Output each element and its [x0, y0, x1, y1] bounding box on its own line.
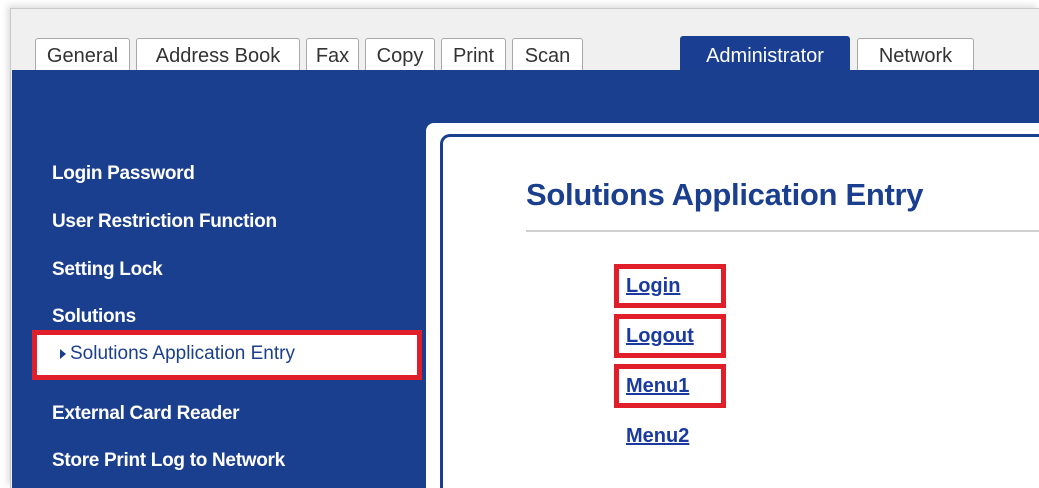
sidebar: Login Password User Restriction Function… [12, 70, 422, 488]
page-title: Solutions Application Entry [526, 177, 924, 212]
tab-address-book[interactable]: Address Book [136, 38, 300, 72]
title-divider [526, 230, 1039, 232]
sidebar-subitem-label: Solutions Application Entry [70, 343, 295, 364]
admin-panel: Login Password User Restriction Function… [12, 70, 1039, 488]
sidebar-item-user-restriction[interactable]: User Restriction Function [52, 211, 277, 233]
sidebar-item-setting-lock[interactable]: Setting Lock [52, 259, 163, 281]
login-link[interactable]: Login [626, 275, 680, 298]
content-panel: Solutions Application Entry Login Logout… [426, 123, 1039, 488]
content-frame: Solutions Application Entry Login Logout… [440, 134, 1039, 488]
tab-scan[interactable]: Scan [512, 38, 583, 72]
tab-print[interactable]: Print [441, 38, 506, 72]
sidebar-item-external-card-reader[interactable]: External Card Reader [52, 403, 240, 425]
sidebar-item-solutions-application-entry[interactable]: Solutions Application Entry [32, 330, 422, 380]
browser-frame: General Address Book Fax Copy Print Scan… [10, 8, 1039, 488]
triangle-right-icon [60, 349, 66, 359]
tab-fax[interactable]: Fax [306, 38, 359, 72]
menu1-link[interactable]: Menu1 [626, 375, 689, 398]
logout-link[interactable]: Logout [626, 325, 694, 348]
sidebar-item-login-password[interactable]: Login Password [52, 163, 195, 185]
tab-network[interactable]: Network [857, 38, 974, 72]
tab-general[interactable]: General [35, 38, 130, 72]
sidebar-item-solutions[interactable]: Solutions [52, 306, 136, 328]
tab-copy[interactable]: Copy [365, 38, 435, 72]
menu2-link[interactable]: Menu2 [626, 425, 689, 448]
sidebar-item-store-print-log[interactable]: Store Print Log to Network [52, 450, 285, 472]
